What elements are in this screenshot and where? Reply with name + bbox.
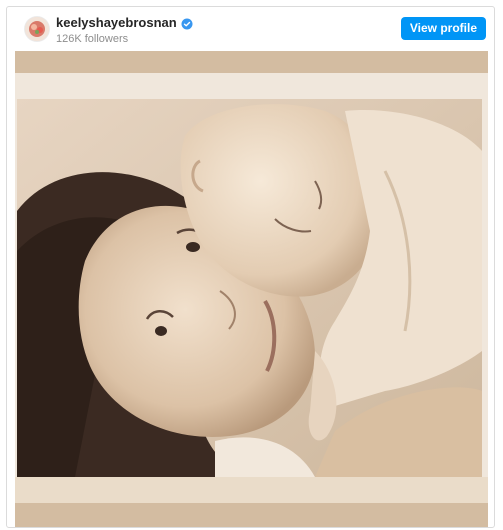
username-row: keelyshayebrosnan: [56, 15, 193, 31]
user-info: keelyshayebrosnan 126K followers: [56, 15, 193, 46]
photo-image: [15, 51, 488, 527]
avatar-image: [25, 17, 49, 41]
post-photo[interactable]: [15, 51, 488, 527]
post-header: keelyshayebrosnan 126K followers View pr…: [7, 7, 494, 51]
instagram-embed-card: keelyshayebrosnan 126K followers View pr…: [6, 6, 495, 528]
profile-avatar[interactable]: [25, 17, 49, 41]
username[interactable]: keelyshayebrosnan: [56, 15, 177, 31]
view-profile-button[interactable]: View profile: [400, 17, 486, 40]
verified-badge-icon: [181, 17, 193, 30]
follower-count: 126K followers: [56, 33, 129, 45]
